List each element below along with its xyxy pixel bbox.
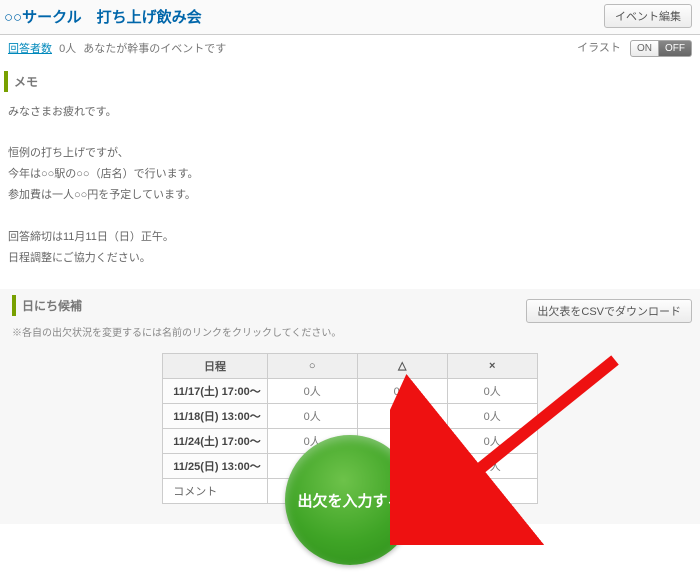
schedule-heading: 日にち候補 bbox=[12, 295, 88, 316]
col-cross: × bbox=[447, 353, 537, 378]
memo-heading: メモ bbox=[4, 71, 44, 92]
cell-cross: 0人 bbox=[447, 403, 537, 428]
download-csv-button[interactable]: 出欠表をCSVでダウンロード bbox=[526, 299, 692, 323]
cell-date: 11/17(土) 17:00～ bbox=[163, 378, 267, 403]
cell-cross: 0人 bbox=[447, 378, 537, 403]
memo-line: 回答締切は11月11日（日）正午。 bbox=[8, 227, 692, 248]
comment-label: コメント bbox=[163, 478, 267, 503]
respondents-info: 回答者数 0人 あなたが幹事のイベントです bbox=[8, 40, 230, 56]
respondents-label: 回答者数 bbox=[8, 43, 52, 55]
header: ○○サークル 打ち上げ飲み会 イベント編集 bbox=[0, 0, 700, 35]
col-triangle: △ bbox=[357, 353, 447, 378]
cell-date: 11/25(日) 13:00～ bbox=[163, 453, 267, 478]
edit-event-button[interactable]: イベント編集 bbox=[604, 4, 692, 28]
respondents-count: 0人 bbox=[59, 43, 76, 55]
table-row: 11/17(土) 17:00～ 0人 0人 0人 bbox=[163, 378, 537, 403]
cell-circle: 0人 bbox=[267, 378, 357, 403]
schedule-note: ※各自の出欠状況を変更するには名前のリンクをクリックしてください。 bbox=[12, 324, 341, 339]
table-header-row: 日程 ○ △ × bbox=[163, 353, 537, 378]
memo-body: みなさまお疲れです。 恒例の打ち上げですが、 今年は○○駅の○○（店名）で行いま… bbox=[0, 98, 700, 285]
cell-date: 11/24(土) 17:00～ bbox=[163, 428, 267, 453]
memo-line: 今年は○○駅の○○（店名）で行います。 bbox=[8, 164, 692, 185]
col-date: 日程 bbox=[163, 353, 267, 378]
memo-line: 参加費は一人○○円を予定しています。 bbox=[8, 185, 692, 206]
illust-on-button[interactable]: ON bbox=[630, 40, 659, 57]
memo-line: 恒例の打ち上げですが、 bbox=[8, 143, 692, 164]
illust-label: イラスト bbox=[577, 42, 621, 54]
cell-cross: 0人 bbox=[447, 428, 537, 453]
organizer-note: あなたが幹事のイベントです bbox=[83, 43, 226, 55]
memo-line: みなさまお疲れです。 bbox=[8, 102, 692, 123]
subheader: 回答者数 0人 あなたが幹事のイベントです イラスト ON OFF bbox=[0, 35, 700, 61]
cell-triangle: 0人 bbox=[357, 378, 447, 403]
enter-attendance-button[interactable]: 出欠を入力する bbox=[285, 435, 415, 565]
table-row: 11/18(日) 13:00～ 0人 0人 0人 bbox=[163, 403, 537, 428]
event-title: ○○サークル 打ち上げ飲み会 bbox=[4, 6, 202, 27]
illust-off-button[interactable]: OFF bbox=[659, 40, 692, 57]
cell-date: 11/18(日) 13:00～ bbox=[163, 403, 267, 428]
illust-toggle-group: イラスト ON OFF bbox=[577, 39, 692, 57]
cell-cross: 0人 bbox=[447, 453, 537, 478]
memo-line: 日程調整にご協力ください。 bbox=[8, 248, 692, 269]
cell-circle: 0人 bbox=[267, 403, 357, 428]
col-circle: ○ bbox=[267, 353, 357, 378]
cell-triangle: 0人 bbox=[357, 403, 447, 428]
